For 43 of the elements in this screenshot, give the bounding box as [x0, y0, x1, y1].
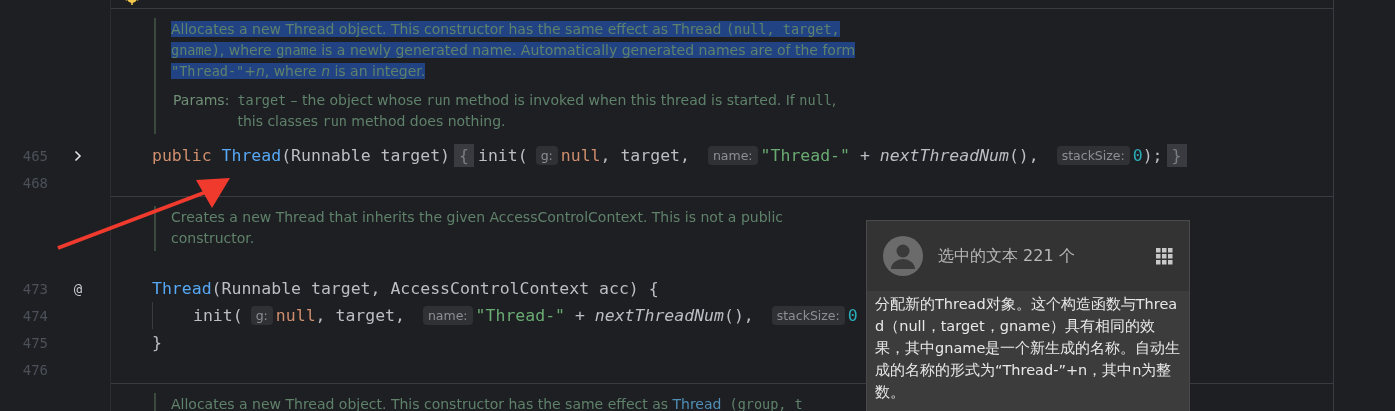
code-text: init(	[193, 306, 243, 325]
gutter-marker[interactable]: @	[73, 280, 83, 297]
doc-comment: Allocates a new Thread object. This constructor has the same effect as Thread (null, target, gname), where gname is a newly generated name. Automatically generated names are of the form "Thread-"+n, where n is an integer.	[171, 20, 856, 81]
code-text: +	[858, 146, 871, 165]
popup-title: 选中的文本 221 个	[938, 245, 1076, 267]
code-text: (Runnable target)	[281, 146, 451, 165]
code-keyword: public	[152, 146, 213, 165]
chevron-icon[interactable]	[74, 149, 82, 162]
code-text: (),	[1008, 146, 1040, 165]
parameter-hint: g:	[535, 146, 558, 165]
code-text: , target,	[315, 306, 406, 325]
fold-marker[interactable]: }	[1166, 144, 1187, 167]
lightbulb-icon[interactable]	[124, 0, 140, 8]
params-label: Params:	[173, 91, 230, 110]
code-string: "Thread-"	[475, 306, 565, 325]
parameter-hint: stackSize:	[1056, 146, 1130, 165]
code-call: nextThreadNum	[594, 306, 724, 325]
code-call: nextThreadNum	[879, 146, 1009, 165]
code-number: 0	[847, 306, 858, 325]
code-text: +	[573, 306, 586, 325]
code-text: , target,	[600, 146, 691, 165]
code-keyword: null	[560, 146, 601, 165]
parameter-hint: name:	[707, 146, 758, 165]
doc-comment: Creates a new Thread that inherits the given AccessControlContext. This is not a public constructor.	[171, 208, 783, 248]
avatar-icon	[883, 236, 923, 276]
translation-text: 分配新的Thread对象。这个构造函数与Thread（null，target，gname）具有相同的效果，其中gname是一个新生成的名称。自动生成的名称的形式为“Thread-”+n，其中n为整数。	[874, 295, 1182, 402]
code-text: init(	[478, 146, 528, 165]
parameter-hint: stackSize:	[771, 306, 845, 325]
code-text: (Runnable target, AccessControlContext acc) {	[211, 279, 659, 298]
code-number: 0	[1132, 146, 1143, 165]
code-text: (),	[723, 306, 755, 325]
fold-marker[interactable]: {	[454, 144, 474, 167]
code-text: }	[152, 333, 162, 352]
parameter-hint: g:	[250, 306, 273, 325]
param-description: target – the object whose run method is invoked when this thread is started. If null, this classes run method does nothing.	[237, 91, 837, 131]
code-identifier: Thread	[152, 279, 212, 298]
code-string: "Thread-"	[760, 146, 850, 165]
doc-link[interactable]: Thread	[672, 396, 722, 411]
code-keyword: null	[275, 306, 316, 325]
grid-menu-icon[interactable]	[1156, 247, 1173, 265]
code-identifier: Thread	[221, 146, 282, 165]
code-text: );	[1142, 146, 1163, 165]
parameter-hint: name:	[422, 306, 473, 325]
